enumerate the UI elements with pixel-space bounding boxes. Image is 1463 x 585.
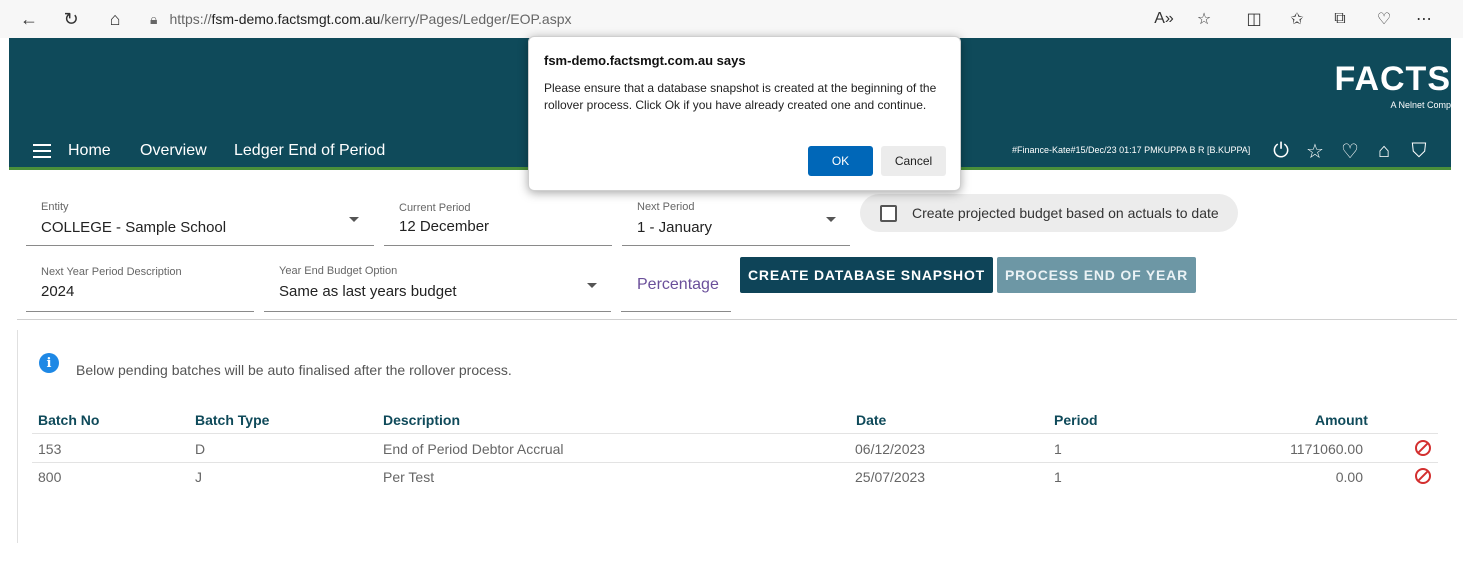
info-icon: i (39, 353, 59, 373)
col-date: Date (856, 412, 887, 428)
budget-option-value: Same as last years budget (279, 283, 457, 300)
logo-subtitle: A Nelnet Comp (1390, 100, 1451, 110)
refresh-icon[interactable]: ↻ (58, 6, 84, 32)
url-path: /kerry/Pages/Ledger/EOP.aspx (380, 11, 572, 27)
cancel-icon[interactable] (1415, 468, 1431, 484)
page-bottom (0, 543, 1463, 585)
col-description: Description (383, 412, 461, 428)
batch-description: Per Test (383, 469, 435, 485)
batch-period: 1 (1054, 441, 1062, 457)
shield-icon[interactable]: ⛉ (1407, 139, 1431, 163)
home-icon[interactable]: ⌂ (1372, 139, 1396, 163)
col-amount: Amount (1315, 412, 1368, 428)
split-screen-icon[interactable]: ◫ (1242, 8, 1266, 30)
projected-budget-checkbox[interactable] (880, 205, 897, 222)
create-database-snapshot-button[interactable]: CREATE DATABASE SNAPSHOT (740, 257, 993, 293)
address-bar[interactable]: 🔒︎ https://fsm-demo.factsmgt.com.au/kerr… (150, 6, 572, 32)
next-period-value: 1 - January (637, 219, 713, 236)
url-host: fsm-demo.factsmgt.com.au (211, 11, 381, 27)
dialog-cancel-button[interactable]: Cancel (881, 146, 946, 176)
heart-icon[interactable]: ♡ (1338, 139, 1362, 163)
percentage-placeholder: Percentage (637, 276, 719, 293)
budget-option-select[interactable]: Year End Budget Option Same as last year… (264, 258, 611, 312)
browser-toolbar: ← ↻ ⌂ 🔒︎ https://fsm-demo.factsmgt.com.a… (0, 0, 1463, 38)
projected-budget-label: Create projected budget based on actuals… (912, 205, 1219, 221)
more-icon[interactable]: ⋯ (1412, 8, 1436, 30)
next-period-select[interactable]: Next Period 1 - January (622, 194, 850, 246)
dialog-title: fsm-demo.factsmgt.com.au says (544, 53, 746, 68)
entity-select[interactable]: Entity COLLEGE - Sample School (26, 194, 374, 246)
hamburger-menu-icon[interactable] (33, 144, 51, 158)
confirm-dialog: fsm-demo.factsmgt.com.au says Please ens… (528, 36, 961, 191)
col-batch-no: Batch No (38, 412, 100, 428)
power-icon[interactable]: ⏻ (1269, 139, 1293, 163)
row-divider (32, 462, 1438, 463)
current-period-field[interactable]: Current Period 12 December (384, 194, 612, 246)
home-icon[interactable]: ⌂ (102, 6, 128, 32)
batch-amount: 1171060.00 (1290, 441, 1363, 457)
batch-description: End of Period Debtor Accrual (383, 441, 564, 457)
cancel-icon[interactable] (1415, 440, 1431, 456)
chevron-down-icon (826, 217, 836, 222)
batch-date: 25/07/2023 (855, 469, 926, 485)
batch-amount: 0.00 (1335, 469, 1363, 485)
facts-logo: FACTS (1334, 60, 1451, 98)
batch-period: 1 (1054, 469, 1062, 485)
nav-overview[interactable]: Overview (140, 142, 207, 160)
dialog-message: Please ensure that a database snapshot i… (544, 81, 937, 112)
read-aloud-icon[interactable]: A» (1152, 8, 1176, 30)
pending-batches-notice: Below pending batches will be auto final… (76, 362, 512, 378)
batch-type: D (195, 441, 206, 457)
next-year-description-field[interactable]: Next Year Period Description 2024 (26, 258, 254, 312)
budget-option-label: Year End Budget Option (279, 265, 398, 277)
extensions-icon[interactable]: ♡ (1372, 8, 1396, 30)
next-period-label: Next Period (637, 201, 695, 213)
chevron-down-icon (349, 217, 359, 222)
dialog-ok-button[interactable]: OK (808, 146, 873, 176)
batch-type: J (195, 469, 202, 485)
batch-no: 153 (38, 441, 62, 457)
star-icon[interactable]: ☆ (1303, 139, 1327, 163)
next-year-description-label: Next Year Period Description (41, 266, 182, 278)
collections-icon[interactable]: ⧉ (1328, 8, 1352, 30)
back-arrow-icon[interactable]: ← (16, 6, 42, 32)
next-year-description-value: 2024 (41, 283, 75, 300)
current-period-label: Current Period (399, 202, 471, 214)
nav-ledger-end-of-period[interactable]: Ledger End of Period (234, 142, 385, 160)
col-period: Period (1054, 412, 1098, 428)
url-prefix: https:// (169, 11, 212, 27)
batch-date: 06/12/2023 (855, 441, 926, 457)
entity-value: COLLEGE - Sample School (41, 219, 227, 236)
process-end-of-year-button[interactable]: PROCESS END OF YEAR (997, 257, 1196, 293)
percentage-input[interactable]: Percentage (621, 258, 731, 312)
star-icon[interactable]: ☆ (1192, 8, 1216, 30)
projected-budget-toggle[interactable]: Create projected budget based on actuals… (860, 194, 1238, 232)
entity-label: Entity (41, 201, 69, 213)
nav-home[interactable]: Home (68, 142, 111, 160)
col-batch-type: Batch Type (195, 412, 270, 428)
batch-no: 800 (38, 469, 62, 485)
chevron-down-icon (587, 283, 597, 288)
current-period-value: 12 December (399, 218, 490, 235)
table-header-divider (32, 433, 1438, 434)
favorites-icon[interactable]: ✩ (1285, 8, 1309, 30)
lock-icon: 🔒︎ (150, 10, 158, 27)
user-session-info: #Finance-Kate#15/Dec/23 01:17 PMKUPPA B … (1012, 145, 1251, 155)
